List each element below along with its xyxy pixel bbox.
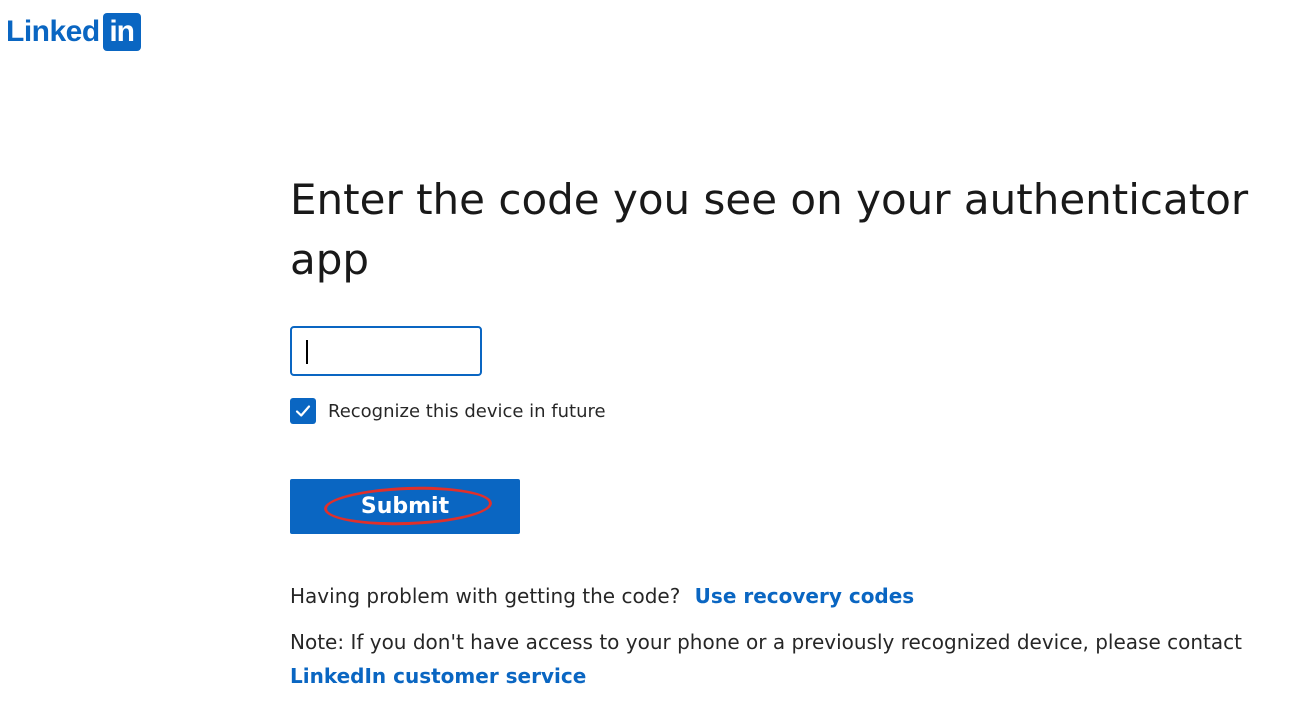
linkedin-logo[interactable]: Linked in <box>6 13 141 51</box>
checkmark-icon <box>295 405 311 417</box>
logo-wordmark: Linked <box>6 15 100 48</box>
remember-device-label: Recognize this device in future <box>328 400 606 422</box>
note: Note: If you don't have access to your p… <box>290 625 1270 693</box>
submit-button[interactable]: Submit <box>290 479 520 534</box>
logo-in-badge: in <box>102 13 141 51</box>
two-factor-form: Enter the code you see on your authentic… <box>290 170 1280 688</box>
remember-device-row[interactable]: Recognize this device in future <box>290 398 606 424</box>
submit-button-label: Submit <box>360 494 450 519</box>
page: Linked in Enter the code you see on your… <box>0 0 1296 711</box>
page-title: Enter the code you see on your authentic… <box>290 175 1249 284</box>
verification-code-input[interactable] <box>290 326 482 376</box>
help-text: Having problem with getting the code? <box>290 584 681 608</box>
remember-device-checkbox[interactable] <box>290 398 316 424</box>
help-row: Having problem with getting the code? Us… <box>290 584 914 608</box>
note-text: Note: If you don't have access to your p… <box>290 630 1242 654</box>
text-caret <box>306 340 308 364</box>
customer-service-link[interactable]: LinkedIn customer service <box>290 664 586 688</box>
recovery-codes-link[interactable]: Use recovery codes <box>695 584 915 608</box>
